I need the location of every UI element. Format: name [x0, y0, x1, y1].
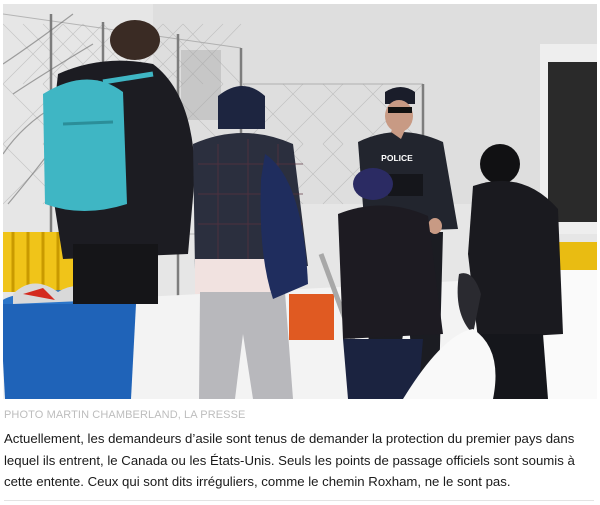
teal-backpack: [43, 79, 127, 212]
doorway: [548, 62, 597, 222]
police-label: POLICE: [381, 153, 413, 163]
photo-illustration: POLICE: [3, 4, 597, 399]
border-crossing-photo: POLICE: [3, 4, 597, 399]
photo-caption: Actuellement, les demandeurs d’asile son…: [4, 431, 575, 489]
photo-credit: PHOTO MARTIN CHAMBERLAND, LA PRESSE: [4, 409, 246, 421]
divider: [4, 500, 594, 501]
news-photo-figure: POLICE PHOTO MARTIN CHAMBERLAND, LA PRES…: [0, 0, 600, 505]
orange-equipment: [289, 294, 334, 340]
